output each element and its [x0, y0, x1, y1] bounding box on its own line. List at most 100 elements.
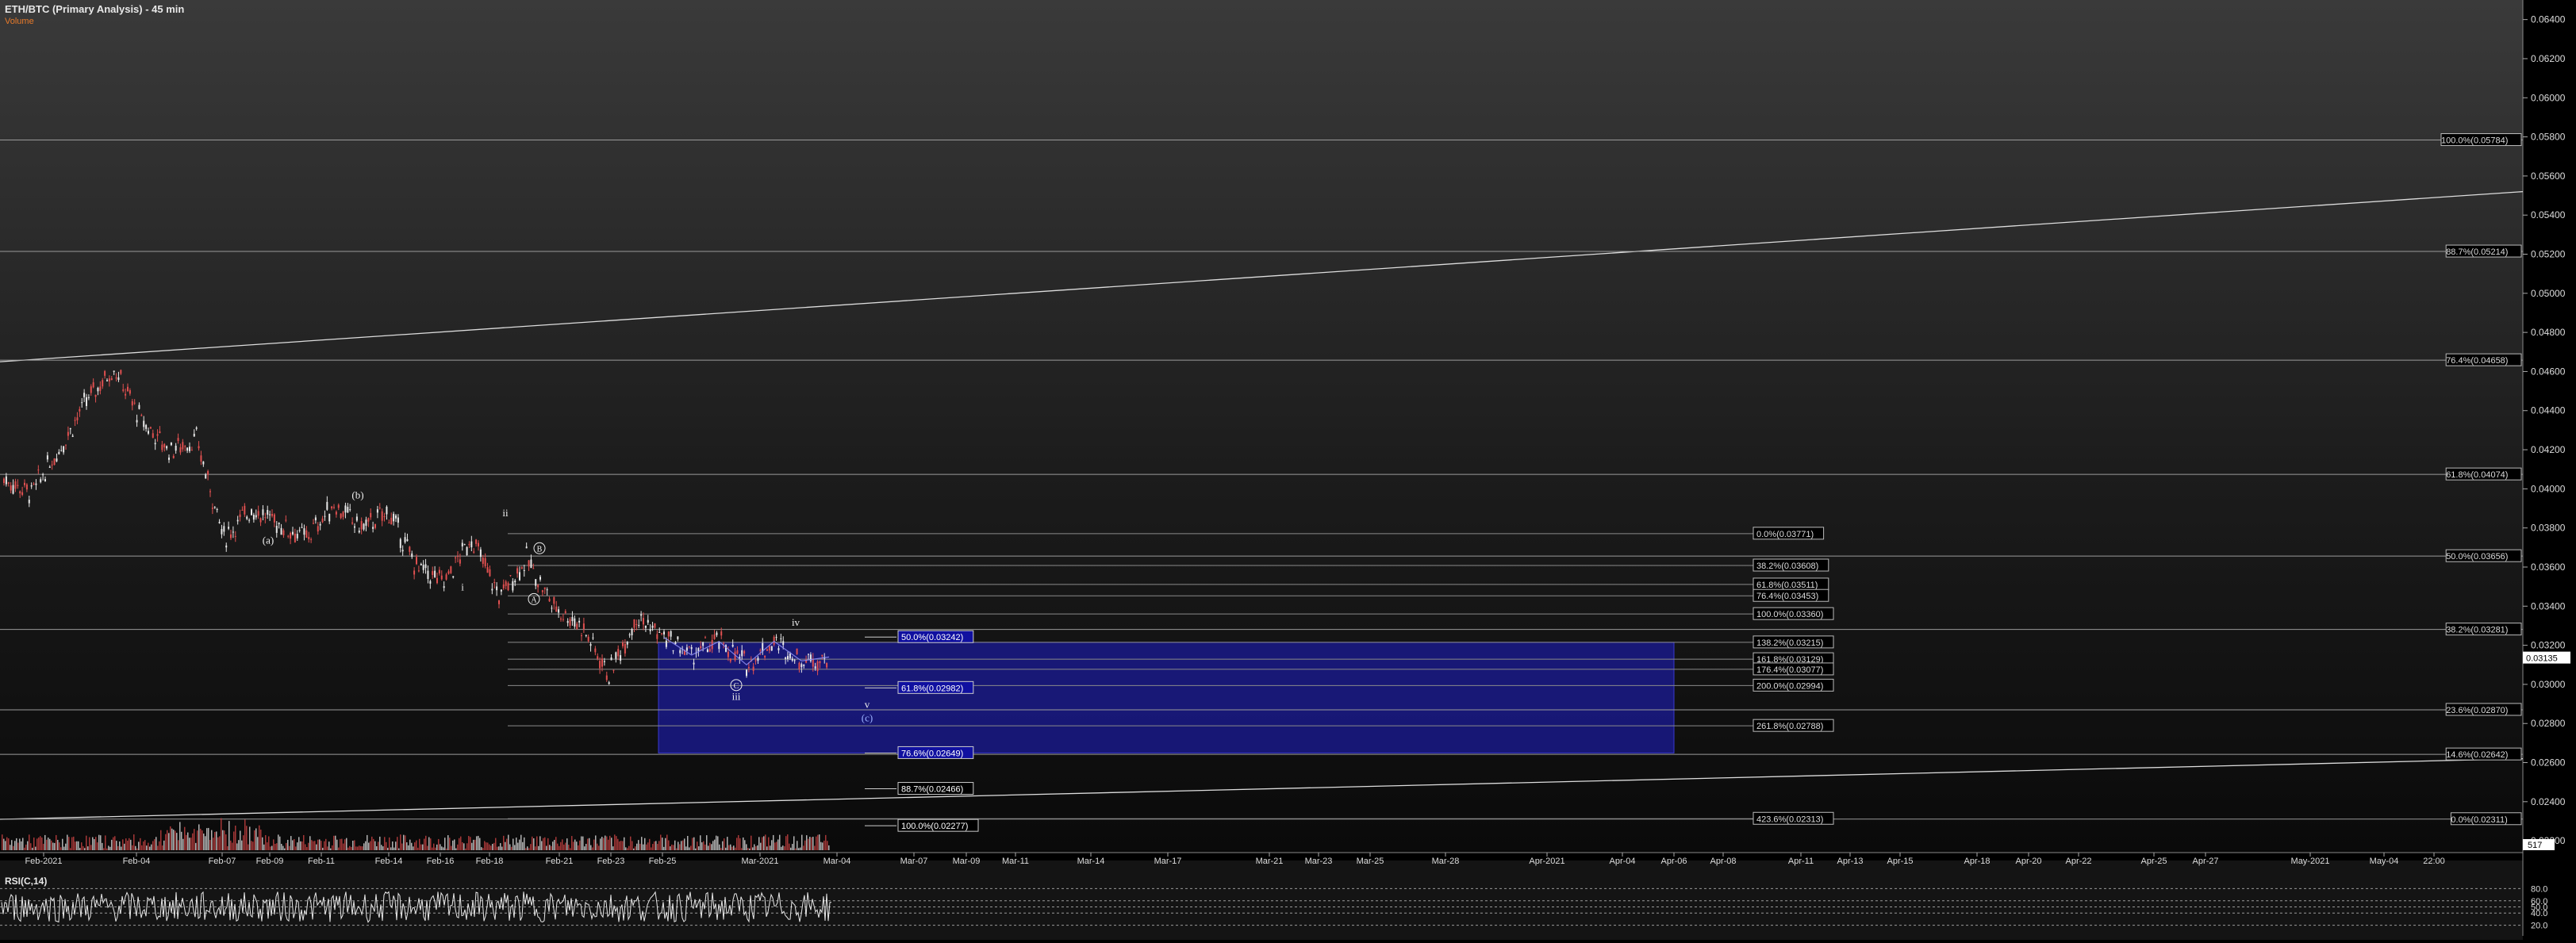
candle-body — [530, 559, 532, 569]
candle-body — [257, 511, 259, 516]
volume-bar — [744, 840, 746, 850]
candle-body — [349, 509, 351, 511]
volume-bar — [560, 841, 562, 850]
candle-body — [461, 542, 463, 547]
candle-body — [63, 446, 65, 453]
candle-body — [278, 523, 280, 524]
volume-bar — [165, 834, 167, 850]
volume-bar — [246, 826, 248, 850]
candle-body — [145, 424, 148, 429]
volume-bar — [428, 837, 430, 850]
wave-label: (a) — [263, 534, 274, 546]
candle-body — [525, 546, 528, 549]
wave-label: iv — [792, 616, 800, 628]
candle-body — [787, 656, 789, 659]
volume-bar — [420, 844, 422, 850]
volume-bar — [495, 838, 497, 850]
volume-bar — [76, 841, 78, 850]
candle-body — [182, 442, 184, 450]
volume-bar — [730, 844, 731, 850]
volume-bar — [274, 843, 276, 850]
candle-body — [445, 574, 447, 580]
candle-body — [35, 483, 37, 485]
volume-bar — [733, 845, 735, 850]
candle-body — [789, 653, 791, 659]
candle-body — [317, 526, 319, 532]
volume-bar — [652, 844, 654, 850]
volume-bar — [3, 838, 5, 850]
candle-body — [597, 656, 599, 659]
volume-bar — [381, 845, 382, 850]
candle-body — [821, 654, 823, 657]
volume-bar — [435, 847, 436, 850]
candle-body — [716, 632, 718, 635]
candle-body — [48, 466, 51, 468]
volume-bar — [194, 829, 195, 850]
volume-bar — [268, 836, 270, 850]
volume-bar — [67, 834, 68, 850]
candle-body — [667, 631, 670, 637]
fib-label: 88.7%(0.05214) — [2446, 247, 2508, 257]
volume-bar — [255, 828, 257, 850]
volume-bar — [554, 839, 555, 850]
candle-body — [803, 664, 805, 666]
volume-bar — [681, 841, 682, 850]
x-tick-label: Apr-25 — [2140, 857, 2167, 866]
candle-body — [496, 586, 498, 591]
candle-body — [120, 370, 122, 374]
candle-body — [331, 506, 333, 509]
volume-bar — [474, 839, 476, 850]
volume-bar — [49, 838, 51, 850]
volume-bar — [644, 838, 646, 850]
candle-body — [773, 636, 775, 645]
x-tick-label: Mar-14 — [1077, 857, 1105, 866]
candle-body — [259, 518, 262, 523]
candle-body — [566, 621, 569, 623]
volume-bar — [184, 826, 186, 850]
candle-body — [409, 546, 411, 552]
volume-bar — [230, 840, 232, 850]
candle-body — [360, 521, 363, 530]
volume-bar — [795, 848, 797, 850]
volume-bar — [233, 831, 235, 850]
price-chart[interactable]: 0.022000.024000.026000.028000.030000.032… — [0, 0, 2576, 943]
candle-body — [340, 513, 342, 519]
candle-body — [365, 519, 367, 526]
candle-body — [747, 667, 750, 669]
candle-body — [574, 618, 576, 627]
volume-bar — [532, 836, 533, 850]
volume-bar — [113, 837, 114, 850]
volume-bar — [157, 845, 159, 850]
volume-bar — [248, 844, 249, 850]
volume-bar — [398, 848, 400, 850]
volume-bar — [148, 842, 149, 850]
volume-bar — [562, 839, 563, 850]
volume-bar — [259, 825, 260, 850]
volume-bar — [308, 842, 309, 850]
volume-bar — [368, 842, 370, 850]
volume-bar — [823, 840, 825, 850]
candle-body — [358, 531, 360, 533]
volume-bar — [682, 840, 684, 850]
y-tick-label: 0.04200 — [2531, 444, 2566, 455]
candle-body — [520, 567, 523, 569]
candle-body — [672, 650, 674, 652]
volume-bar — [27, 841, 29, 850]
y-tick-label: 0.03600 — [2531, 562, 2566, 573]
candle-body — [427, 570, 429, 579]
volume-bar — [738, 834, 739, 850]
volume-bar — [544, 837, 546, 850]
rsi-background — [0, 861, 2523, 940]
candle-body — [768, 646, 770, 651]
volume-bar — [211, 830, 213, 850]
volume-bar — [352, 841, 354, 850]
candle-body — [186, 447, 189, 451]
candle-body — [796, 648, 798, 654]
candle-body — [826, 662, 828, 668]
volume-bar — [309, 836, 311, 850]
candle-body — [333, 507, 335, 508]
volume-bar — [514, 845, 516, 850]
candle-body — [413, 570, 416, 575]
y-tick-label: 0.04000 — [2531, 483, 2566, 494]
x-tick-label: Apr-27 — [2192, 857, 2218, 866]
